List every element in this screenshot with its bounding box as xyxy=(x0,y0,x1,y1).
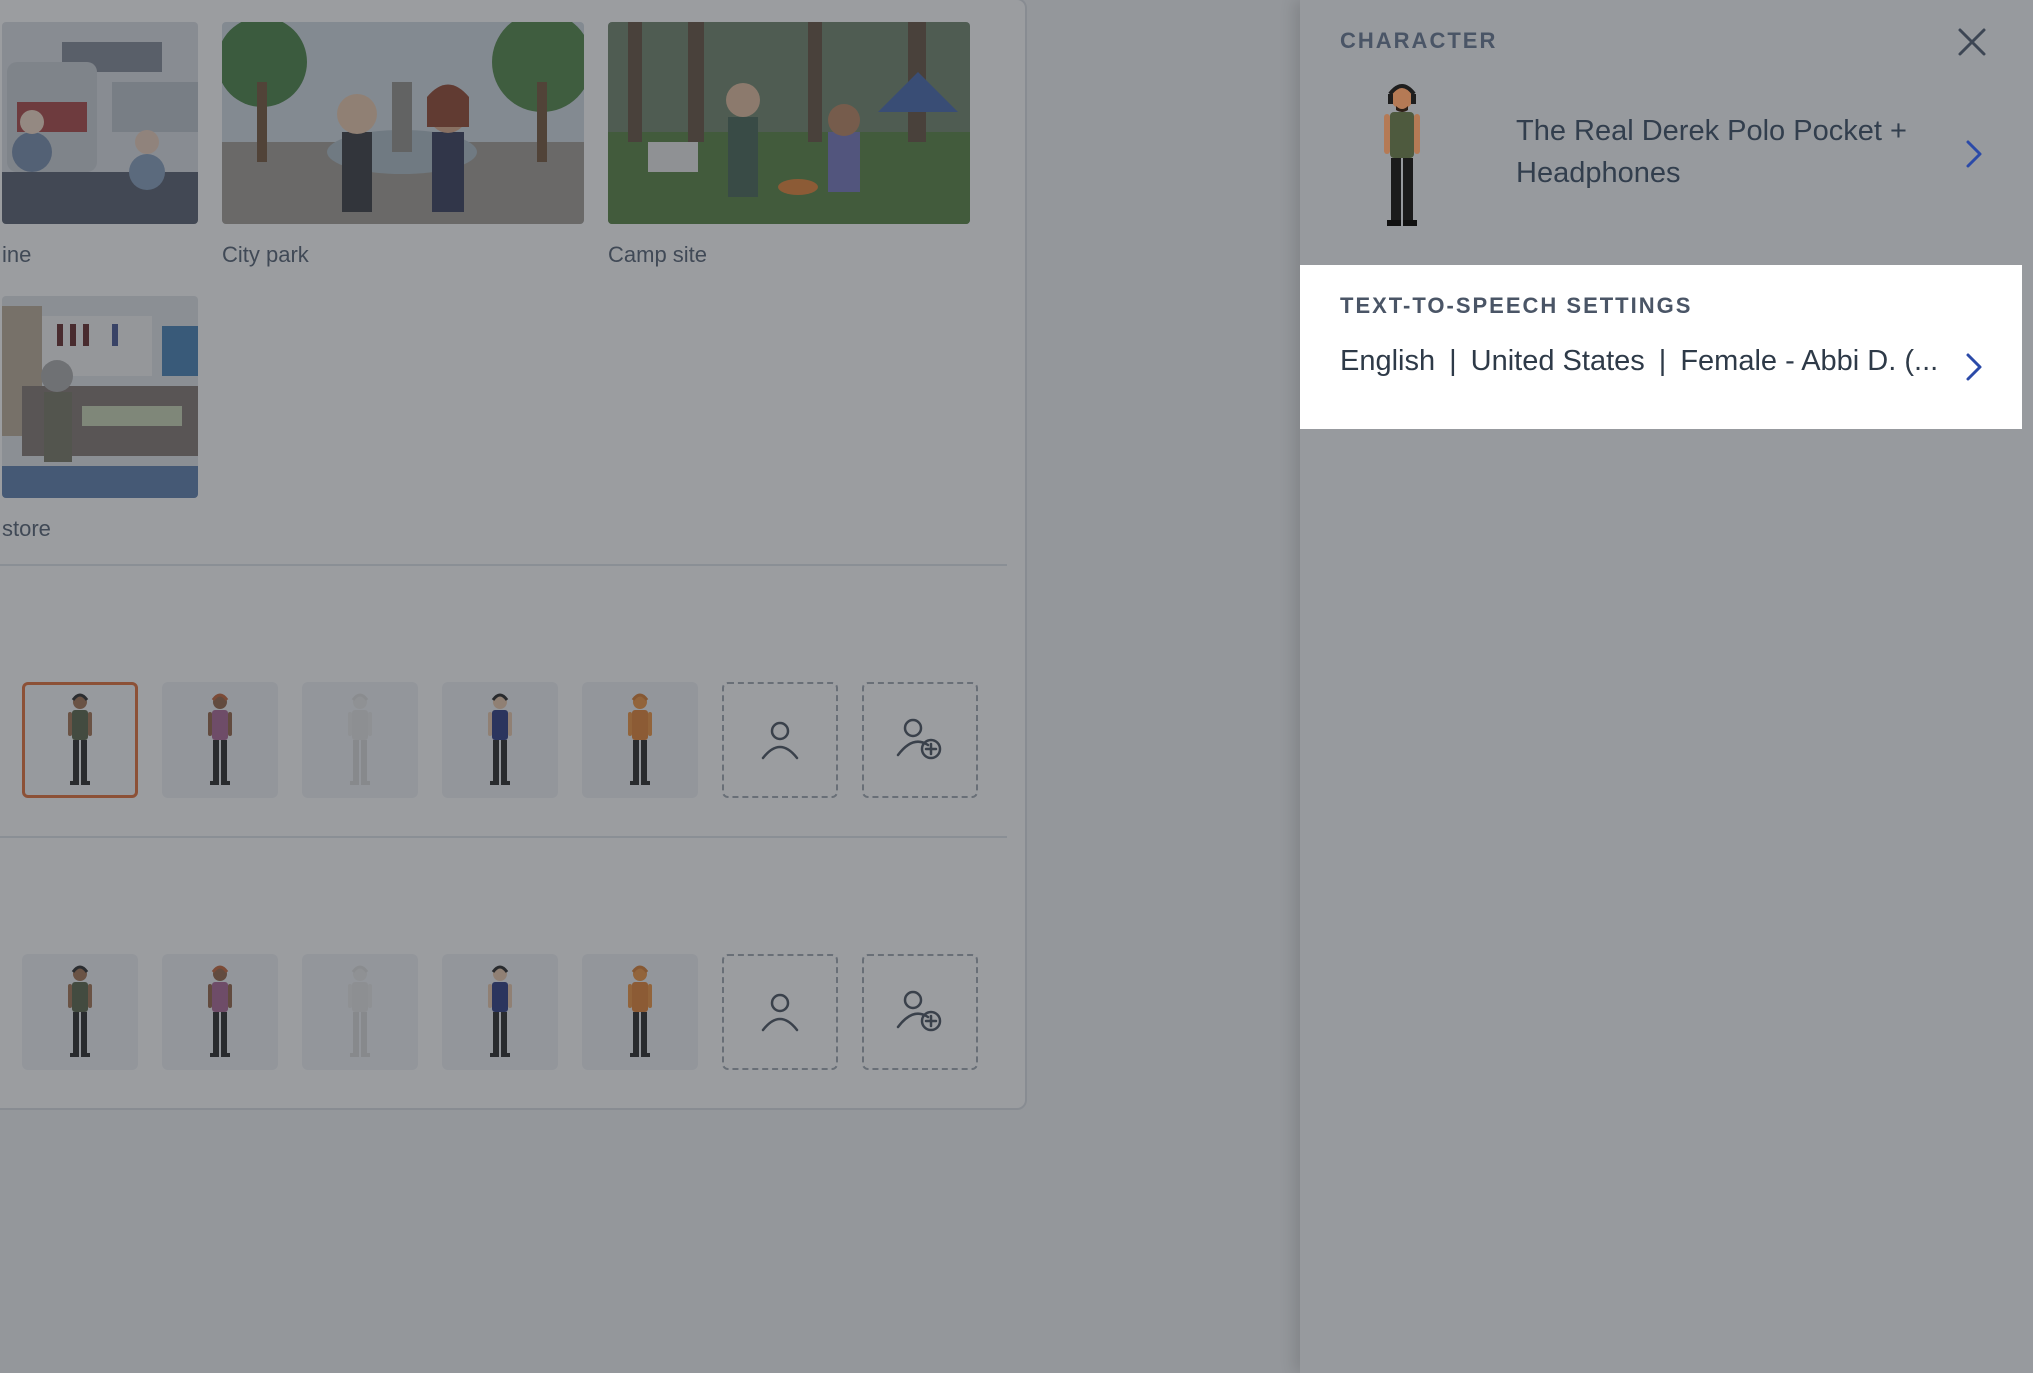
tts-chevron[interactable] xyxy=(1960,347,1988,387)
app-stage: ine City park Camp site store xyxy=(0,0,2033,1373)
tts-summary: English | United States | Female - Abbi D. (… xyxy=(1340,345,1938,378)
close-icon xyxy=(1958,28,1986,56)
tts-region: United States xyxy=(1470,345,1645,377)
tts-section-label: TEXT-TO-SPEECH SETTINGS xyxy=(1340,293,1693,318)
character-section-label: CHARACTER xyxy=(1340,28,1498,53)
close-button[interactable] xyxy=(1952,22,1992,62)
chevron-right-icon xyxy=(1966,353,1982,381)
tts-separator: | xyxy=(1658,345,1667,377)
character-avatar[interactable] xyxy=(1362,80,1442,230)
tts-separator: | xyxy=(1449,345,1457,377)
tts-settings-card[interactable]: TEXT-TO-SPEECH SETTINGS English | United S… xyxy=(1300,265,2022,429)
chevron-right-icon xyxy=(1966,140,1982,168)
tts-voice: Female - Abbi D. (... xyxy=(1680,345,1939,377)
character-chevron[interactable] xyxy=(1960,134,1988,174)
character-name[interactable]: The Real Derek Polo Pocket + Headphones xyxy=(1516,110,1936,194)
tts-language: English xyxy=(1340,345,1436,377)
